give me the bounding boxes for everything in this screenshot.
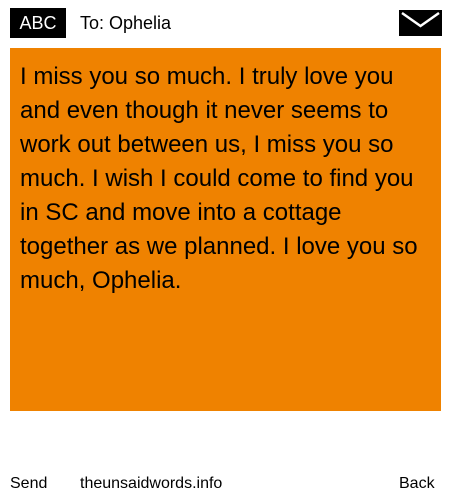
softkey-bar: Send theunsaidwords.info Back <box>0 470 450 498</box>
site-name: theunsaidwords.info <box>80 475 223 492</box>
send-button[interactable]: Send <box>10 470 47 498</box>
message-area[interactable]: I miss you so much. I truly love you and… <box>10 48 441 411</box>
header-bar: ABC To: Ophelia <box>0 0 450 46</box>
back-button[interactable]: Back <box>399 470 435 498</box>
message-body: I miss you so much. I truly love you and… <box>20 63 418 294</box>
input-mode-badge: ABC <box>10 8 66 38</box>
envelope-icon <box>399 10 442 36</box>
recipient-label: To: Ophelia <box>80 13 172 33</box>
